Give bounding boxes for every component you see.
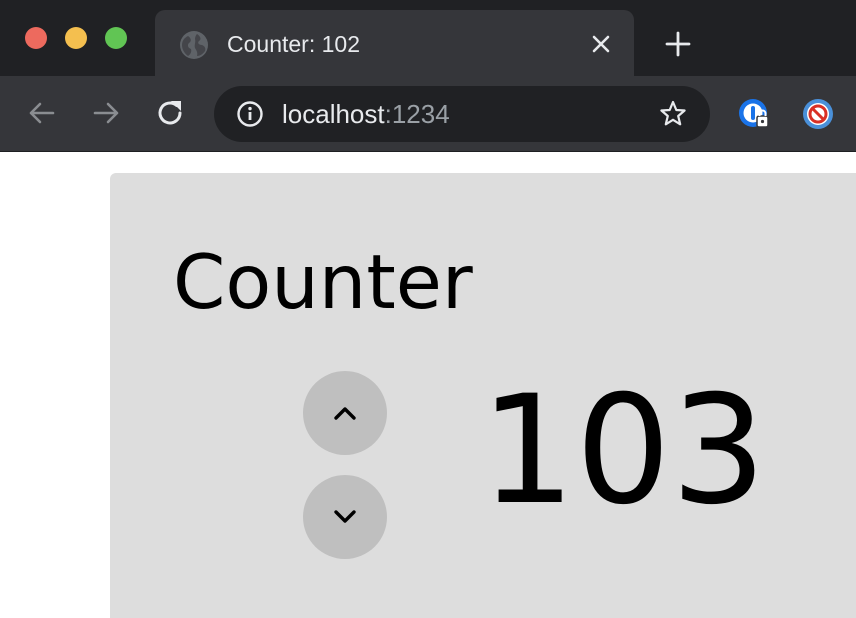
- back-arrow-icon[interactable]: [26, 97, 58, 129]
- new-tab-plus-icon[interactable]: [663, 29, 693, 59]
- close-tab-icon[interactable]: [589, 32, 613, 56]
- browser-tab[interactable]: Counter: 102: [155, 10, 634, 76]
- bookmark-star-icon[interactable]: [658, 99, 688, 129]
- decrement-button[interactable]: [303, 475, 387, 559]
- blocker-extension-icon[interactable]: [801, 97, 835, 131]
- chevron-up-icon: [334, 407, 356, 420]
- minimize-window-button[interactable]: [65, 27, 87, 49]
- chevron-down-icon: [334, 510, 356, 523]
- counter-card: Counter 103: [110, 173, 856, 618]
- tab-title: Counter: 102: [227, 31, 360, 57]
- counter-value: 103: [480, 364, 767, 538]
- address-bar[interactable]: localhost:1234: [214, 86, 710, 142]
- forward-arrow-icon[interactable]: [90, 97, 122, 129]
- globe-icon: [180, 31, 208, 59]
- info-icon[interactable]: [236, 100, 264, 128]
- increment-button[interactable]: [303, 371, 387, 455]
- close-window-button[interactable]: [25, 27, 47, 49]
- tab-strip: Counter: 102: [0, 0, 856, 76]
- url-port: :1234: [384, 99, 450, 129]
- reload-icon[interactable]: [154, 97, 186, 129]
- page-title: Counter: [173, 238, 473, 326]
- url-host: localhost: [282, 99, 385, 129]
- password-manager-extension-icon[interactable]: [737, 97, 771, 131]
- browser-toolbar: localhost:1234: [0, 76, 856, 152]
- url-text[interactable]: localhost:1234: [282, 99, 450, 129]
- zoom-window-button[interactable]: [105, 27, 127, 49]
- browser-window: Counter: 102 localhost:1234 Counter 103: [0, 0, 856, 618]
